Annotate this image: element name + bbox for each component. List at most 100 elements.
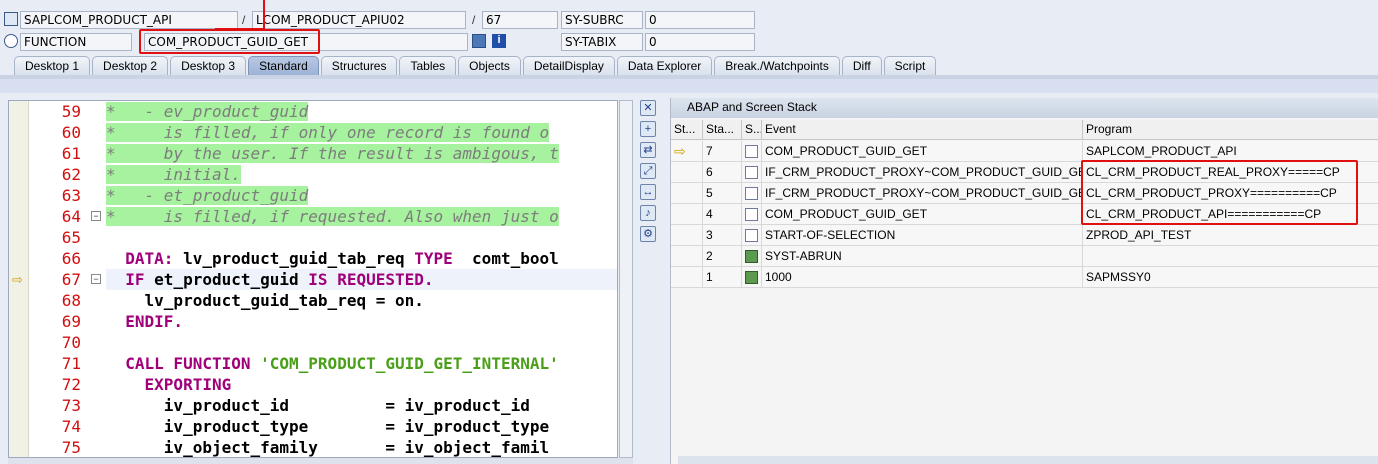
code-line[interactable]: ENDIF. [106, 311, 617, 332]
function-icon [4, 34, 18, 48]
keyword: ENDIF. [106, 312, 184, 331]
settings-icon[interactable]: ⚙ [640, 226, 656, 242]
stack-row[interactable]: 1 1000 SAPMSSY0 [671, 267, 1378, 288]
tab-structures[interactable]: Structures [320, 56, 398, 75]
program-cell: SAPMSSY0 [1086, 270, 1151, 284]
frame-type-cell [742, 162, 762, 183]
code-line[interactable]: IF et_product_guid IS REQUESTED. [106, 269, 617, 290]
keyword: EXPORTING [106, 375, 232, 394]
screen-icon [745, 250, 758, 263]
line-number: 61 [61, 144, 81, 163]
line-number: 72 [61, 375, 81, 394]
tab-break-watchpoints[interactable]: Break./Watchpoints [714, 56, 840, 75]
comment-text: * is filled, if requested. Also when jus… [106, 207, 559, 226]
stack-level: 1 [703, 267, 742, 288]
tab-desktop-3[interactable]: Desktop 3 [170, 56, 247, 75]
tab-objects[interactable]: Objects [458, 56, 521, 75]
column-header[interactable]: Program [1083, 120, 1378, 140]
line-number: 74 [61, 417, 81, 436]
line-number: 67 [61, 270, 81, 289]
abap-source-icon [745, 208, 758, 221]
line-number: 60 [61, 123, 81, 142]
new-tool-icon[interactable]: + [640, 121, 656, 137]
editor-horizontal-scrollbar[interactable] [8, 458, 633, 464]
code-line[interactable] [106, 332, 617, 353]
column-header[interactable]: Event [762, 120, 1083, 140]
desktop-tabs: Desktop 1 Desktop 2 Desktop 3 Standard Struc… [14, 56, 938, 76]
column-header[interactable]: Sta... [703, 120, 742, 140]
code-line[interactable]: DATA: lv_product_guid_tab_req TYPE comt_… [106, 248, 617, 269]
line-number: 62 [61, 165, 81, 184]
code-text: lv_product_guid_tab_req = on. [106, 291, 424, 310]
swap-icon[interactable]: ↔ [640, 184, 656, 200]
current-marker-cell [671, 267, 703, 288]
separator: / [472, 13, 476, 27]
event-type-field: FUNCTION [20, 33, 132, 51]
subrc-value: 0 [645, 11, 755, 29]
code-line[interactable]: EXPORTING [106, 374, 617, 395]
column-header[interactable]: S... [742, 120, 762, 140]
stack-row[interactable]: 2 SYST-ABRUN [671, 246, 1378, 267]
code-line[interactable]: iv_object_family = iv_object_famil [106, 437, 617, 457]
column-header[interactable]: St... [671, 120, 703, 140]
keyword: IF [106, 270, 155, 289]
event-cell: 1000 [762, 267, 1083, 288]
code-line[interactable]: iv_product_id = iv_product_id [106, 395, 617, 416]
code-line[interactable]: * - et_product_guid [106, 185, 617, 206]
abap-source-icon [745, 229, 758, 242]
separator: / [242, 13, 246, 27]
keyword: TYPE [414, 249, 453, 268]
code-line[interactable]: * is filled, if only one record is found… [106, 122, 617, 143]
info-icon[interactable]: i [492, 34, 506, 48]
services-icon[interactable]: ♪ [640, 205, 656, 221]
tab-standard[interactable]: Standard [248, 56, 319, 75]
navigate-icon[interactable] [472, 34, 486, 48]
tab-data-explorer[interactable]: Data Explorer [616, 56, 713, 75]
highlight-box [139, 29, 320, 54]
stack-grid-header: St... Sta... S... Event Program [671, 120, 1378, 140]
close-icon[interactable]: ✕ [640, 100, 656, 116]
stack-level: 5 [703, 183, 742, 204]
code-line[interactable] [106, 227, 617, 248]
program-field: SAPLCOM_PRODUCT_API [20, 11, 238, 29]
frame-type-cell [742, 183, 762, 204]
replace-tool-icon[interactable]: ⇄ [640, 142, 656, 158]
code-line[interactable]: lv_product_guid_tab_req = on. [106, 290, 617, 311]
tab-desktop-1[interactable]: Desktop 1 [14, 56, 91, 75]
abap-source-icon [745, 145, 758, 158]
abap-source-icon [745, 166, 758, 179]
tabix-label: SY-TABIX [561, 33, 643, 51]
stack-level: 6 [703, 162, 742, 183]
keyword: CALL FUNCTION [106, 354, 261, 373]
line-number: 64 [61, 207, 81, 226]
code-text: iv_product_id = iv_product_id [106, 396, 530, 415]
code-line[interactable]: * initial. [106, 164, 617, 185]
tab-script[interactable]: Script [883, 56, 937, 75]
code-line[interactable]: * by the user. If the result is ambigous… [106, 143, 617, 164]
tab-tables[interactable]: Tables [399, 56, 457, 75]
line-number: 70 [61, 333, 81, 352]
tab-detaildisplay[interactable]: DetailDisplay [522, 56, 615, 75]
tab-diff[interactable]: Diff [841, 56, 882, 75]
keyword: IS REQUESTED. [308, 270, 434, 289]
current-marker-cell [671, 246, 703, 267]
tab-desktop-2[interactable]: Desktop 2 [92, 56, 169, 75]
code-line[interactable]: * - ev_product_guid [106, 101, 617, 122]
fold-toggle-icon[interactable]: − [91, 211, 101, 221]
current-marker-cell [671, 204, 703, 225]
source-editor[interactable]: 59 * - ev_product_guid 60 * is filled, if o… [8, 100, 618, 458]
comment-text: * - et_product_guid [106, 186, 309, 205]
editor-vertical-scrollbar[interactable] [619, 100, 633, 458]
fold-toggle-icon[interactable]: − [91, 274, 101, 284]
code-line[interactable]: iv_product_type = iv_product_type [106, 416, 617, 437]
line-number: 75 [61, 438, 81, 457]
code-line[interactable]: * is filled, if requested. Also when jus… [106, 206, 617, 227]
stack-horizontal-scrollbar[interactable] [678, 456, 1378, 464]
code-line[interactable]: CALL FUNCTION 'COM_PRODUCT_GUID_GET_INTE… [106, 353, 617, 374]
stack-row[interactable]: 3 START-OF-SELECTION ZPROD_API_TEST [671, 225, 1378, 246]
line-number: 65 [61, 228, 81, 247]
string-literal: 'COM_PRODUCT_GUID_GET_INTERNAL' [260, 354, 559, 373]
stack-row[interactable]: ⇨ 7 COM_PRODUCT_GUID_GET SAPLCOM_PRODUCT_AP… [671, 141, 1378, 162]
full-screen-icon[interactable]: ⤢ [640, 163, 656, 179]
frame-type-cell [742, 225, 762, 246]
